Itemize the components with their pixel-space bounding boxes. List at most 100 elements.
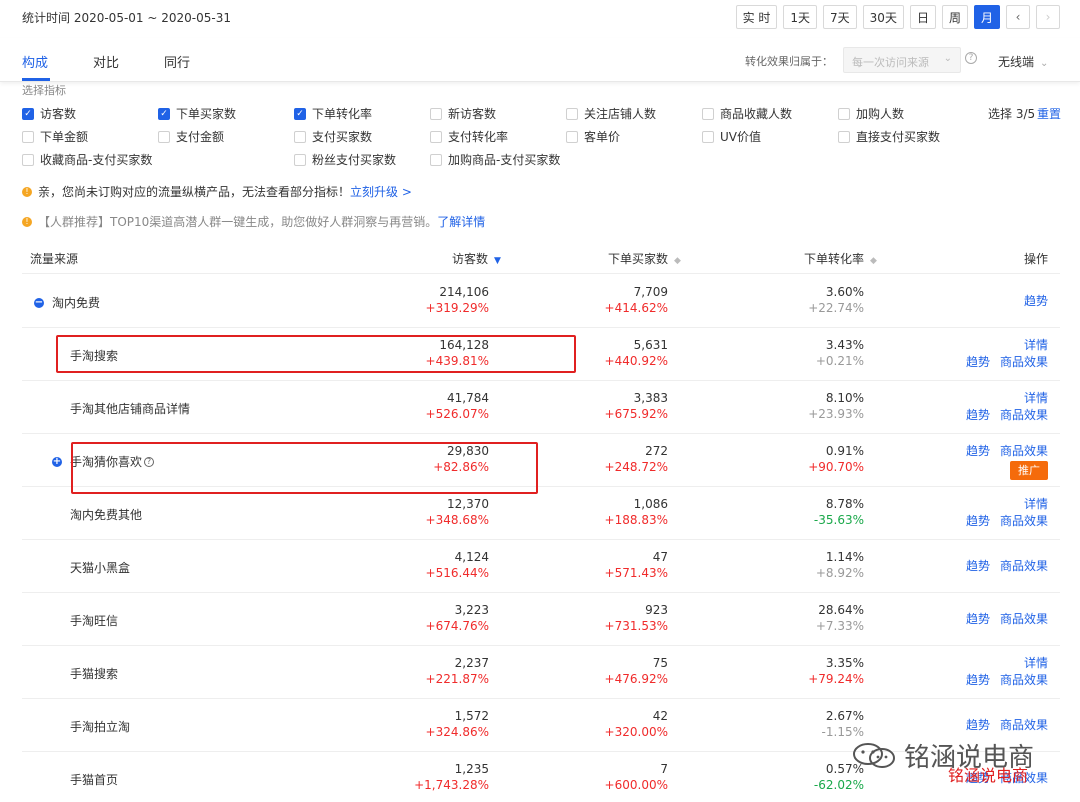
prev-period-button[interactable]: ‹ xyxy=(1006,5,1030,29)
checkbox-icon[interactable] xyxy=(838,107,850,120)
goods-effect-link[interactable]: 商品效果 xyxy=(1000,612,1048,626)
col-visitors-header[interactable]: 访客数 ▼ xyxy=(452,250,501,267)
visitors-value: 3,223 xyxy=(454,603,489,617)
metric-item-favorites[interactable]: 商品收藏人数 xyxy=(702,105,792,122)
trend-link[interactable]: 趋势 xyxy=(966,612,990,626)
tab-compare[interactable]: 对比 xyxy=(93,52,119,71)
metric-shop-followers[interactable]: 关注店铺人数 xyxy=(566,105,656,122)
trend-link[interactable]: 趋势 xyxy=(1024,294,1048,308)
goods-effect-link[interactable]: 商品效果 xyxy=(1000,355,1048,369)
metric-order-buyers[interactable]: ✓ 下单买家数 xyxy=(158,105,236,122)
checkbox-icon[interactable] xyxy=(22,130,34,143)
col-buyers-header[interactable]: 下单买家数 ◆ xyxy=(608,250,681,267)
learn-more-link[interactable]: 了解详情 xyxy=(437,213,485,230)
checkbox-checked-icon[interactable]: ✓ xyxy=(294,107,306,120)
expand-icon[interactable]: + xyxy=(52,456,62,467)
trend-link[interactable]: 趋势 xyxy=(966,514,990,528)
range-day-button[interactable]: 日 xyxy=(909,5,936,29)
checkbox-checked-icon[interactable]: ✓ xyxy=(158,107,170,120)
attribution-select[interactable]: 每一次访问来源 ⌄ xyxy=(843,47,961,73)
goods-effect-link[interactable]: 商品效果 xyxy=(1000,444,1048,458)
metric-uv-value[interactable]: UV价值 xyxy=(702,128,761,145)
range-30day-button[interactable]: 30天 xyxy=(862,5,904,29)
checkbox-icon[interactable] xyxy=(566,130,578,143)
detail-link[interactable]: 详情 xyxy=(1024,497,1048,511)
goods-effect-link[interactable]: 商品效果 xyxy=(1000,408,1048,422)
sort-desc-icon[interactable]: ▼ xyxy=(494,256,501,266)
buyers-value: 3,383 xyxy=(633,391,668,405)
highlight-box xyxy=(71,442,538,494)
rate-change: +7.33% xyxy=(815,619,864,633)
metric-avg-order[interactable]: 客单价 xyxy=(566,128,620,145)
metric-label: 下单买家数 xyxy=(176,107,237,121)
reset-link[interactable]: 重置 xyxy=(1037,105,1061,122)
metric-fav-pay-buyers[interactable]: 收藏商品-支付买家数 xyxy=(22,151,152,168)
checkbox-icon[interactable] xyxy=(430,107,442,120)
metric-new-visitors[interactable]: 新访客数 xyxy=(430,105,496,122)
metric-add-cart[interactable]: 加购人数 xyxy=(838,105,904,122)
buyers-value: 923 xyxy=(645,603,668,617)
checkbox-checked-icon[interactable]: ✓ xyxy=(22,107,34,120)
col-rate-header[interactable]: 下单转化率 ◆ xyxy=(804,250,877,267)
promote-button[interactable]: 推广 xyxy=(1010,461,1048,480)
buyers-value: 42 xyxy=(652,709,668,723)
metric-order-amount[interactable]: 下单金额 xyxy=(22,128,88,145)
metric-fan-pay-buyers[interactable]: 粉丝支付买家数 xyxy=(294,151,396,168)
range-month-button[interactable]: 月 xyxy=(973,5,1000,29)
rate-value: 0.91% xyxy=(825,444,864,458)
rate-change: +22.74% xyxy=(808,301,864,315)
goods-effect-link[interactable]: 商品效果 xyxy=(1000,673,1048,687)
trend-link[interactable]: 趋势 xyxy=(966,673,990,687)
upgrade-link[interactable]: 立刻升级 > xyxy=(350,183,412,200)
help-icon[interactable]: ? xyxy=(965,52,977,64)
checkbox-icon[interactable] xyxy=(430,153,442,166)
metric-pay-rate[interactable]: 支付转化率 xyxy=(430,128,508,145)
chevron-down-icon: ⌄ xyxy=(943,53,952,64)
checkbox-icon[interactable] xyxy=(702,130,714,143)
detail-link[interactable]: 详情 xyxy=(1024,338,1048,352)
checkbox-icon[interactable] xyxy=(702,107,714,120)
metric-visitors[interactable]: ✓ 访客数 xyxy=(22,105,76,122)
checkbox-icon[interactable] xyxy=(294,153,306,166)
next-period-button[interactable]: › xyxy=(1036,5,1060,29)
range-realtime-button[interactable]: 实 时 xyxy=(735,5,778,29)
checkbox-icon[interactable] xyxy=(838,130,850,143)
checkbox-icon[interactable] xyxy=(430,130,442,143)
trend-link[interactable]: 趋势 xyxy=(966,559,990,573)
tab-peer[interactable]: 同行 xyxy=(164,52,190,71)
metric-pay-buyers[interactable]: 支付买家数 xyxy=(294,128,372,145)
trend-link[interactable]: 趋势 xyxy=(966,444,990,458)
goods-effect-link[interactable]: 商品效果 xyxy=(1000,718,1048,732)
device-select[interactable]: 无线端 ⌄ xyxy=(998,53,1048,70)
metric-label: 关注店铺人数 xyxy=(584,107,657,121)
sort-icon[interactable]: ◆ xyxy=(674,256,681,266)
detail-link[interactable]: 详情 xyxy=(1024,391,1048,405)
checkbox-icon[interactable] xyxy=(22,153,34,166)
range-week-button[interactable]: 周 xyxy=(941,5,968,29)
detail-link[interactable]: 详情 xyxy=(1024,656,1048,670)
sort-icon[interactable]: ◆ xyxy=(870,256,877,266)
metric-cart-pay-buyers[interactable]: 加购商品-支付买家数 xyxy=(430,151,560,168)
buyers-value: 47 xyxy=(652,550,668,564)
metric-direct-pay-buyers[interactable]: 直接支付买家数 xyxy=(838,128,940,145)
goods-effect-link[interactable]: 商品效果 xyxy=(1000,514,1048,528)
collapse-icon[interactable]: − xyxy=(34,297,44,308)
visitors-value: 214,106 xyxy=(439,285,489,299)
goods-effect-link[interactable]: 商品效果 xyxy=(1000,559,1048,573)
tab-composition[interactable]: 构成 xyxy=(22,52,48,71)
source-cell: 手猫首页 xyxy=(70,771,118,788)
trend-link[interactable]: 趋势 xyxy=(966,718,990,732)
crowd-notice: ! 【人群推荐】TOP10渠道高潜人群一键生成，助您做好人群洞察与再营销。 了解… xyxy=(22,213,485,230)
range-7day-button[interactable]: 7天 xyxy=(823,5,857,29)
range-1day-button[interactable]: 1天 xyxy=(783,5,818,29)
trend-link[interactable]: 趋势 xyxy=(966,355,990,369)
metric-label: UV价值 xyxy=(720,130,761,144)
trend-link[interactable]: 趋势 xyxy=(966,408,990,422)
metric-order-rate[interactable]: ✓ 下单转化率 xyxy=(294,105,372,122)
checkbox-icon[interactable] xyxy=(158,130,170,143)
checkbox-icon[interactable] xyxy=(566,107,578,120)
source-cell: 手猫搜索 xyxy=(70,665,118,682)
metric-label: 收藏商品-支付买家数 xyxy=(40,153,153,167)
metric-pay-amount[interactable]: 支付金额 xyxy=(158,128,224,145)
checkbox-icon[interactable] xyxy=(294,130,306,143)
